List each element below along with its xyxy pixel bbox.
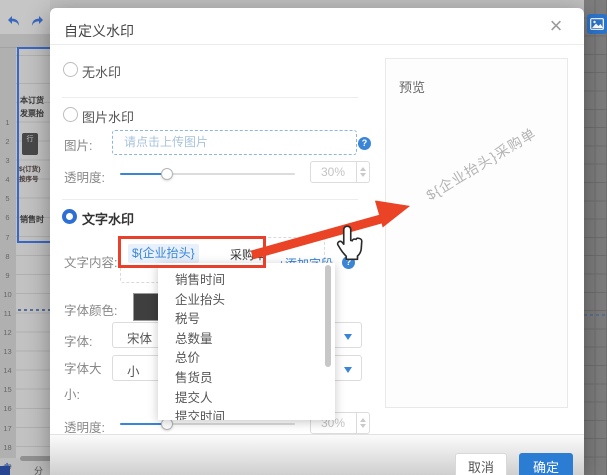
dropdown-item[interactable]: 企业抬头 xyxy=(158,291,335,311)
dropdown-item[interactable]: 总数量 xyxy=(158,330,335,350)
dropdown-scrollbar[interactable] xyxy=(325,265,331,367)
font-size-label-line1: 字体大 xyxy=(64,358,102,377)
chevron-down-icon xyxy=(344,334,352,340)
font-color-label: 字体颜色: xyxy=(64,300,117,319)
radio-text-watermark[interactable] xyxy=(62,209,77,224)
help-icon[interactable]: ? xyxy=(358,137,371,150)
dropdown-item[interactable]: 总价 xyxy=(158,349,335,369)
page-break-line xyxy=(584,314,607,316)
dropdown-item[interactable]: 售货员 xyxy=(158,369,335,389)
background-spreadsheet-right xyxy=(584,0,607,475)
image-app-icon[interactable] xyxy=(587,14,607,34)
background-spreadsheet-left: 1234567891011121314151617181920 本订货 发票抬 … xyxy=(0,0,50,475)
font-label: 字体: xyxy=(64,331,92,350)
close-icon[interactable]: × xyxy=(544,14,568,38)
dialog-footer: 取消 确定 xyxy=(50,434,584,475)
opacity-spinner[interactable] xyxy=(357,161,370,183)
divider xyxy=(62,199,358,200)
dropdown-item[interactable]: 提交人 xyxy=(158,389,335,409)
spinner-up-icon[interactable] xyxy=(360,167,366,171)
red-annotation-box xyxy=(118,236,266,268)
screen: 1234567891011121314151617181920 本订货 发票抬 … xyxy=(0,0,607,475)
radio-label-no-watermark[interactable]: 无水印 xyxy=(82,62,121,81)
chevron-down-icon xyxy=(344,367,352,373)
radio-image-watermark[interactable] xyxy=(63,107,78,122)
spinner-down-icon[interactable] xyxy=(360,173,366,177)
preview-title: 预览 xyxy=(399,77,425,96)
font-select-value: 宋体 xyxy=(127,328,152,347)
dropdown-item[interactable]: 税号 xyxy=(158,310,335,330)
confirm-button[interactable]: 确定 xyxy=(519,453,573,475)
radio-label-image-watermark[interactable]: 图片水印 xyxy=(82,107,134,126)
divider xyxy=(62,97,358,98)
modal-dim-overlay xyxy=(0,0,50,475)
opacity-slider[interactable] xyxy=(120,168,295,180)
radio-no-watermark[interactable] xyxy=(63,62,78,77)
watermark-preview-text: ${企业抬头}采购单 xyxy=(422,123,540,205)
font-size-label-line2: 小: xyxy=(64,384,80,403)
slider-handle[interactable] xyxy=(161,168,173,180)
opacity-label: 透明度: xyxy=(64,167,105,186)
opacity-value-input[interactable]: 30% xyxy=(310,161,357,183)
preview-panel: 预览 ${企业抬头}采购单 xyxy=(385,58,568,408)
spinner-up-icon[interactable] xyxy=(360,418,366,422)
upload-image-box[interactable]: 请点击上传图片 xyxy=(112,130,357,155)
dialog-title: 自定义水印 xyxy=(64,21,134,41)
font-size-select-value: 小 xyxy=(127,361,140,380)
dropdown-item[interactable]: 提交时间 xyxy=(158,408,335,420)
field-dropdown-menu: 销售时间 企业抬头 税号 总数量 总价 售货员 提交人 提交时间 xyxy=(158,263,335,420)
text-opacity-spinner[interactable] xyxy=(357,412,370,434)
divider xyxy=(50,44,584,45)
help-icon[interactable]: ? xyxy=(342,256,355,269)
radio-label-text-watermark[interactable]: 文字水印 xyxy=(82,209,134,228)
text-content-label: 文字内容: xyxy=(64,252,117,271)
spinner-down-icon[interactable] xyxy=(360,424,366,428)
picture-label: 图片: xyxy=(64,135,92,154)
dropdown-item[interactable]: 销售时间 xyxy=(158,271,335,291)
cancel-button[interactable]: 取消 xyxy=(455,453,507,475)
